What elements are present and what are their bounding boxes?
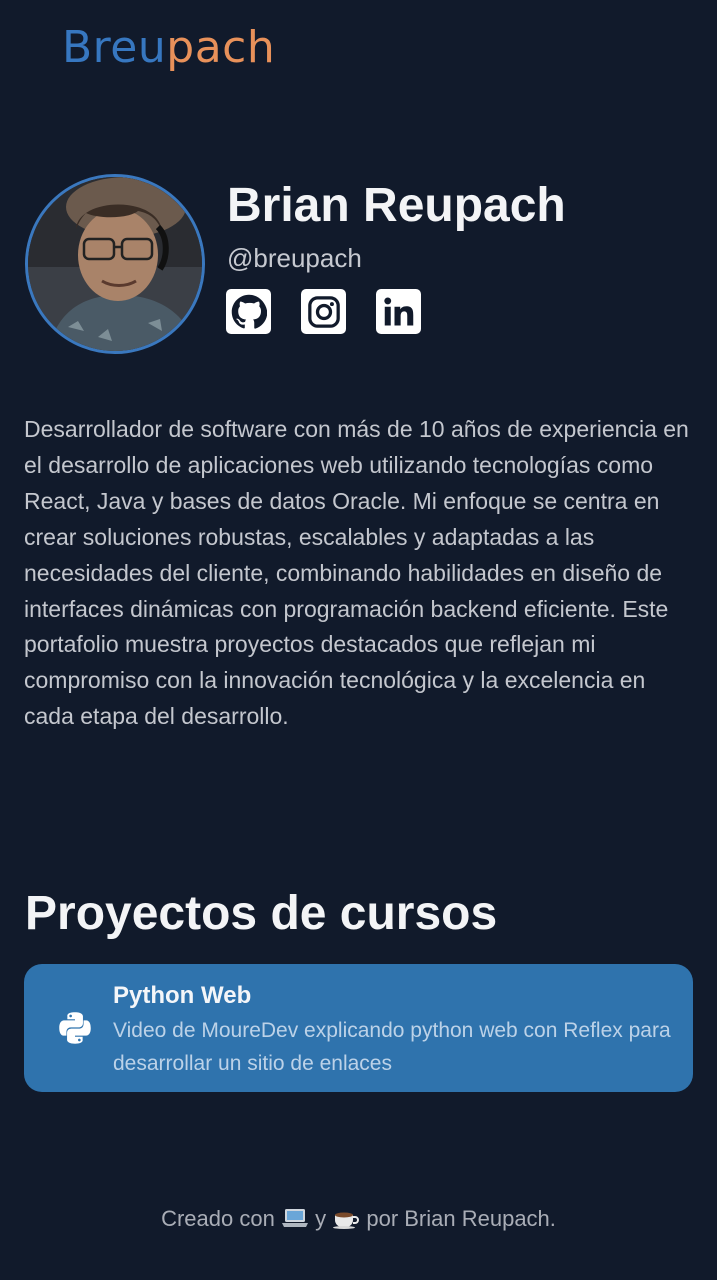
coffee-icon [333, 1212, 360, 1229]
linkedin-link[interactable] [376, 289, 421, 334]
linkedin-icon [383, 296, 413, 325]
social-links [226, 289, 421, 334]
bio-text: Desarrollador de software con más de 10 … [24, 416, 689, 730]
laptop-icon [281, 1209, 308, 1227]
instagram-icon [307, 295, 340, 328]
footer: Creado con y por Brian Reupach. [0, 1203, 717, 1235]
course-card-description: Video de MoureDev explicando python web … [113, 1019, 671, 1075]
instagram-link[interactable] [301, 289, 346, 334]
logo-part-2: pach [166, 22, 276, 73]
profile-name: Brian Reupach [227, 179, 566, 232]
avatar [25, 174, 205, 354]
avatar-photo [28, 177, 202, 351]
github-link[interactable] [226, 289, 271, 334]
python-icon [59, 1012, 91, 1044]
section-title-courses: Proyectos de cursos [25, 887, 498, 940]
course-card-python-web[interactable]: Python Web Video de MoureDev explicando … [24, 964, 693, 1092]
site-logo[interactable]: Breupach [62, 22, 275, 74]
footer-suffix: por Brian Reupach. [366, 1206, 556, 1231]
github-icon [231, 294, 267, 329]
footer-mid: y [315, 1206, 327, 1231]
profile-handle: @breupach [227, 243, 362, 273]
course-card-title: Python Web [113, 982, 252, 1009]
logo-part-1: Breu [62, 22, 167, 73]
footer-prefix: Creado con [161, 1206, 275, 1231]
